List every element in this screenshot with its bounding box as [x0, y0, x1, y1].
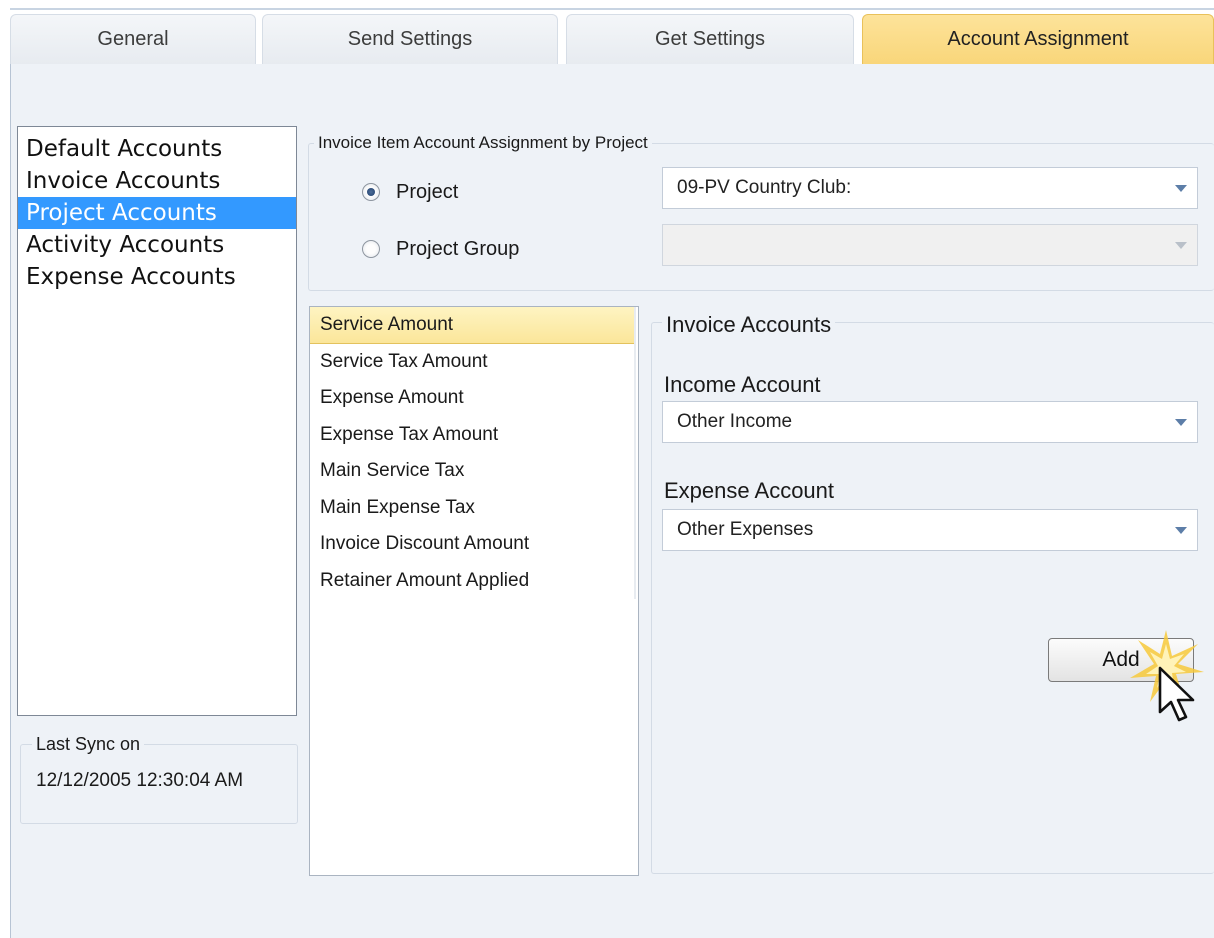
invoice-item-list[interactable]: Service Amount Service Tax Amount Expens… [309, 306, 639, 876]
tab-strip-border [10, 8, 1214, 10]
project-radio-label[interactable]: Project [396, 181, 458, 204]
tab-account-assignment[interactable]: Account Assignment [862, 14, 1214, 64]
income-account-label: Income Account [664, 372, 821, 397]
project-assignment-legend: Invoice Item Account Assignment by Proje… [314, 132, 652, 154]
list-item-expense-amount[interactable]: Expense Amount [310, 380, 634, 417]
expense-account-label: Expense Account [664, 478, 835, 503]
list-item-service-tax-amount[interactable]: Service Tax Amount [310, 344, 634, 381]
expense-account-value: Other Expenses [677, 519, 814, 540]
project-dropdown[interactable]: 09-PV Country Club: [662, 167, 1198, 209]
list-item-invoice-discount-amount[interactable]: Invoice Discount Amount [310, 526, 634, 563]
chevron-down-icon [1175, 242, 1187, 249]
nav-item-activity-accounts[interactable]: Activity Accounts [18, 229, 296, 261]
list-item-retainer-amount-applied[interactable]: Retainer Amount Applied [310, 563, 634, 600]
list-item-service-amount[interactable]: Service Amount [310, 307, 634, 344]
project-dropdown-value: 09-PV Country Club: [677, 177, 852, 198]
list-item-expense-tax-amount[interactable]: Expense Tax Amount [310, 417, 634, 454]
tab-strip: General Send Settings Get Settings Accou… [0, 0, 1214, 66]
chevron-down-icon [1175, 185, 1187, 192]
mouse-pointer-icon [1158, 666, 1195, 722]
project-group-radio-label[interactable]: Project Group [396, 238, 519, 261]
tab-general[interactable]: General [10, 14, 256, 64]
tab-send-settings[interactable]: Send Settings [262, 14, 558, 64]
tab-get-settings[interactable]: Get Settings [566, 14, 854, 64]
project-radio[interactable] [362, 183, 380, 201]
expense-account-dropdown[interactable]: Other Expenses [662, 509, 1198, 551]
nav-item-expense-accounts[interactable]: Expense Accounts [18, 261, 296, 293]
invoice-item-list-body: Service Amount Service Tax Amount Expens… [310, 307, 636, 599]
nav-item-project-accounts[interactable]: Project Accounts [18, 197, 296, 229]
income-account-value: Other Income [677, 411, 793, 432]
chevron-down-icon [1175, 419, 1187, 426]
last-sync-value: 12/12/2005 12:30:04 AM [36, 770, 244, 791]
project-group-dropdown[interactable] [662, 224, 1198, 266]
list-item-main-service-tax[interactable]: Main Service Tax [310, 453, 634, 490]
project-group-radio[interactable] [362, 240, 380, 258]
invoice-accounts-legend: Invoice Accounts [662, 311, 836, 339]
last-sync-legend: Last Sync on [32, 733, 145, 755]
income-account-dropdown[interactable]: Other Income [662, 401, 1198, 443]
chevron-down-icon [1175, 527, 1187, 534]
nav-item-invoice-accounts[interactable]: Invoice Accounts [18, 165, 296, 197]
nav-item-default-accounts[interactable]: Default Accounts [18, 133, 296, 165]
project-assignment-group [308, 143, 1214, 291]
list-item-main-expense-tax[interactable]: Main Expense Tax [310, 490, 634, 527]
account-category-list[interactable]: Default Accounts Invoice Accounts Projec… [17, 126, 297, 716]
